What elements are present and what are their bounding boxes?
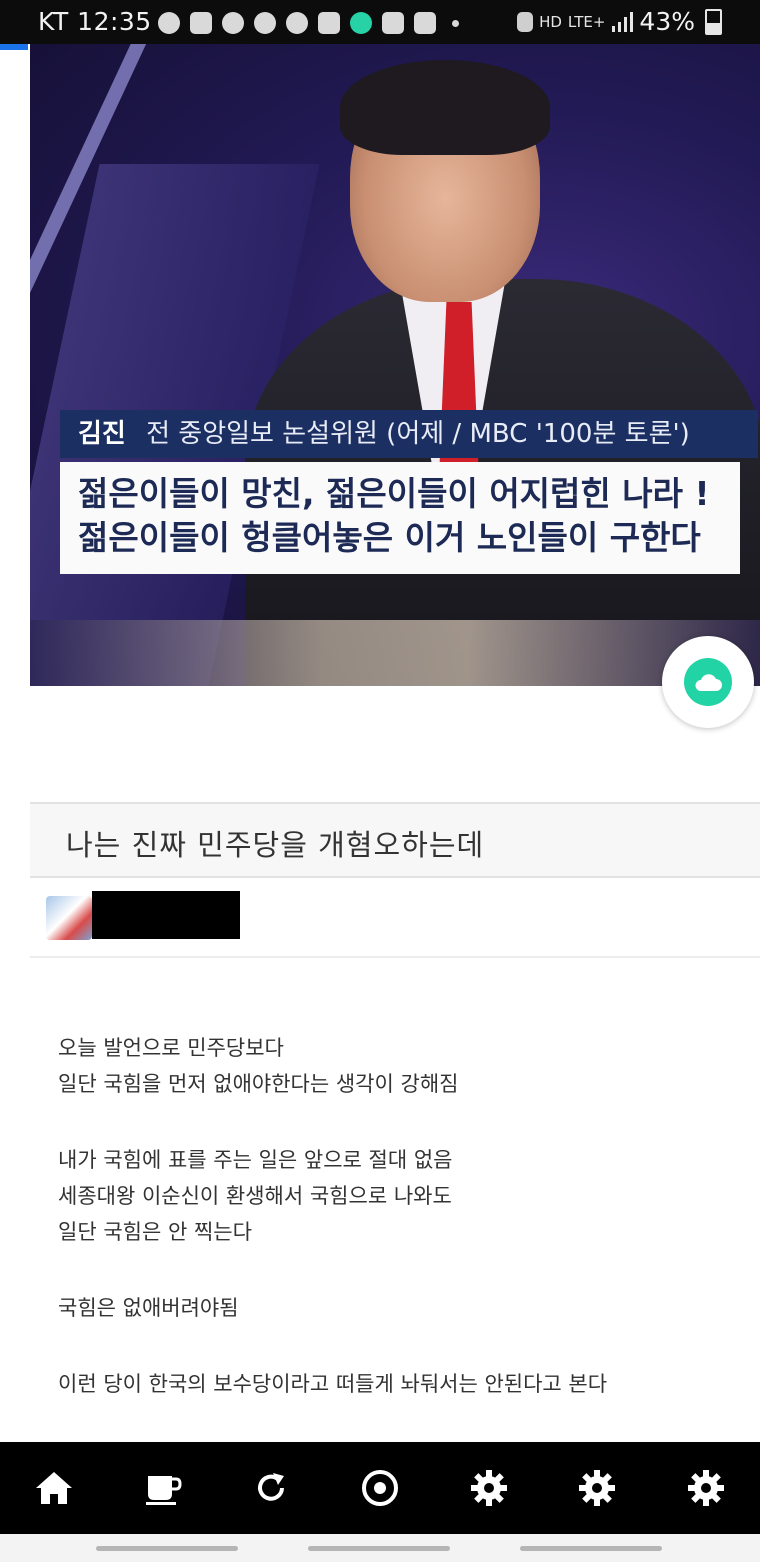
- body-line: 세종대왕 이순신이 환생해서 국힘으로 나와도: [58, 1184, 452, 1208]
- home-icon: [36, 1472, 73, 1504]
- person-hair: [340, 60, 550, 155]
- tv-caption-top: 김진 전 중앙일보 논설위원 (어제 / MBC '100분 토론'): [60, 410, 758, 458]
- settings-button-3[interactable]: [676, 1458, 736, 1518]
- hd-indicator: HD: [539, 12, 562, 31]
- author-name-redacted: [92, 891, 240, 939]
- system-nav-bar: [0, 1534, 760, 1562]
- youtube-icon: [414, 12, 436, 34]
- cloud-icon: [350, 12, 372, 34]
- paragraph: 내가 국힘에 표를 주는 일은 앞으로 절대 없음 세종대왕 이순신이 환생해서…: [58, 1142, 738, 1250]
- battery-icon: [705, 8, 722, 35]
- notification-icons: [158, 10, 459, 36]
- chat-bubble-icon: [190, 12, 212, 34]
- carrier-time: KT 12:35: [38, 7, 152, 36]
- post-header: 나는 진짜 민주당을 개혐오하는데: [30, 802, 760, 878]
- gear-icon: [579, 1470, 616, 1506]
- paragraph: 오늘 발언으로 민주당보다 일단 국힘을 먼저 없애야한다는 생각이 강해짐: [58, 1030, 738, 1102]
- signal-icon: [612, 11, 634, 32]
- body-line: 일단 국힘을 먼저 없애야한다는 생각이 강해짐: [58, 1072, 459, 1096]
- caption-role: 전 중앙일보 논설위원 (어제 / MBC '100분 토론'): [146, 419, 690, 449]
- settings-button-1[interactable]: [459, 1458, 519, 1518]
- body-line: 일단 국힘은 안 찍는다: [58, 1220, 252, 1244]
- c-icon: [286, 12, 308, 34]
- back-button[interactable]: [520, 1546, 662, 1551]
- body-line: 국힘은 없애버려야됨: [58, 1296, 239, 1320]
- page-load-progress: [0, 44, 28, 50]
- body-line: 오늘 발언으로 민주당보다: [58, 1036, 284, 1060]
- body-line: 내가 국힘에 표를 주는 일은 앞으로 절대 없음: [58, 1148, 453, 1172]
- newspaper-icon: [318, 12, 340, 34]
- tv-caption-main: 젊은이들이 망친, 젊은이들이 어지럽힌 나라 ! 젊은이들이 헝클어놓은 이거…: [60, 462, 740, 574]
- coffee-cup-icon: [145, 1476, 182, 1505]
- home-gesture-button[interactable]: [308, 1546, 450, 1551]
- target-icon: [361, 1470, 398, 1506]
- caption-line-1: 젊은이들이 망친, 젊은이들이 어지럽힌 나라 !: [78, 474, 710, 513]
- caption-line-2: 젊은이들이 헝클어놓은 이거 노인들이 구한다: [78, 518, 701, 557]
- whatsapp-icon: [158, 12, 180, 34]
- article-image: [30, 44, 760, 686]
- face-icon: [254, 12, 276, 34]
- post-title: 나는 진짜 민주당을 개혐오하는데: [66, 828, 485, 862]
- image-blur-strip: [30, 620, 760, 686]
- caption-name: 김진: [78, 419, 126, 449]
- body-line: 이런 당이 한국의 보수당이라고 떠들게 놔둬서는 안된다고 본다: [58, 1372, 608, 1396]
- paragraph: 이런 당이 한국의 보수당이라고 떠들게 놔둬서는 안된다고 본다: [58, 1366, 738, 1402]
- target-button[interactable]: [350, 1458, 410, 1518]
- paragraph: 국힘은 없애버려야됨: [58, 1290, 738, 1326]
- youtube-icon: [382, 12, 404, 34]
- bottom-toolbar: [0, 1442, 760, 1534]
- battery-percent: 43%: [639, 7, 695, 36]
- leaf-icon: [222, 12, 244, 34]
- status-right: HD LTE+ 43%: [517, 7, 722, 36]
- refresh-button[interactable]: [241, 1458, 301, 1518]
- author-row: [30, 878, 760, 958]
- gear-icon: [470, 1470, 507, 1506]
- settings-button-2[interactable]: [567, 1458, 627, 1518]
- refresh-icon: [258, 1473, 285, 1501]
- recent-apps-button[interactable]: [96, 1546, 238, 1551]
- cloud-icon: [684, 658, 732, 706]
- home-button[interactable]: [24, 1458, 84, 1518]
- avatar[interactable]: [46, 896, 92, 940]
- post-body: 오늘 발언으로 민주당보다 일단 국힘을 먼저 없애야한다는 생각이 강해짐 내…: [58, 1030, 738, 1442]
- dot-icon: [452, 19, 459, 27]
- floating-cloud-button[interactable]: [662, 636, 754, 728]
- gear-icon: [687, 1470, 724, 1506]
- status-bar: KT 12:35 HD LTE+ 43%: [0, 0, 760, 44]
- network-type: LTE+: [567, 12, 606, 31]
- lock-icon: [517, 11, 534, 32]
- cafe-button[interactable]: [133, 1458, 193, 1518]
